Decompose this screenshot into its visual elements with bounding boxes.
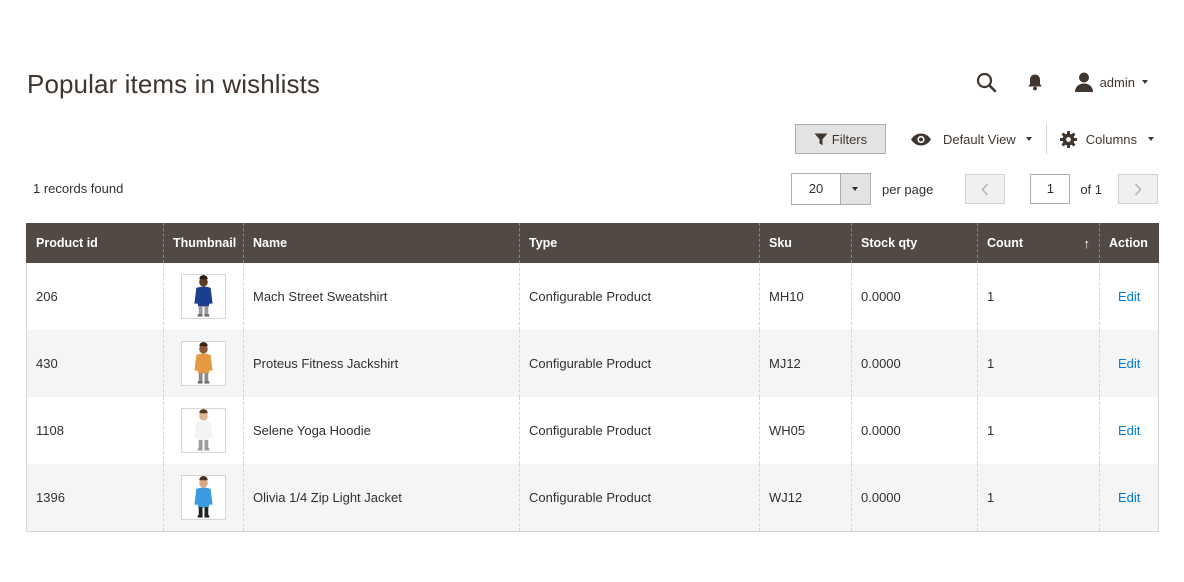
- page-number-input[interactable]: 1: [1030, 174, 1071, 204]
- table-row[interactable]: 1396 Olivia 1/4 Zip Light Jacket Configura…: [26, 464, 1159, 532]
- chevron-down-icon: [1142, 80, 1148, 84]
- column-header-sku[interactable]: Sku: [759, 223, 852, 263]
- cell-product-id: 206: [26, 263, 164, 330]
- table-row[interactable]: 1108 Selene Yoga Hoodie Configurable Produ…: [26, 397, 1159, 464]
- table-header-row: Product id Thumbnail Name Type Sku Stock…: [26, 223, 1159, 263]
- next-page-button[interactable]: [1118, 174, 1158, 204]
- cell-name: Selene Yoga Hoodie: [243, 397, 520, 464]
- records-count: 1 records found: [33, 181, 124, 196]
- filter-icon: [814, 133, 828, 145]
- cell-sku: WJ12: [759, 464, 852, 532]
- column-header-count[interactable]: Count ↑: [977, 223, 1100, 263]
- column-header-product-id[interactable]: Product id: [26, 223, 164, 263]
- cell-type: Configurable Product: [519, 464, 760, 532]
- cell-product-id: 1108: [26, 397, 164, 464]
- cell-count: 1: [977, 263, 1100, 330]
- table-row[interactable]: 430 Proteus Fitness Jackshirt Configurable…: [26, 330, 1159, 397]
- column-header-action: Action: [1099, 223, 1159, 263]
- column-header-type[interactable]: Type: [519, 223, 760, 263]
- cell-sku: MJ12: [759, 330, 852, 397]
- columns-dropdown[interactable]: Columns: [1059, 130, 1154, 148]
- chevron-right-icon: [1134, 182, 1142, 196]
- chevron-down-icon: [1148, 137, 1154, 141]
- cell-stock-qty: 0.0000: [851, 330, 978, 397]
- column-header-name[interactable]: Name: [243, 223, 520, 263]
- filters-button[interactable]: Filters: [794, 124, 886, 154]
- wishlist-items-table: Product id Thumbnail Name Type Sku Stock…: [26, 223, 1159, 532]
- cell-stock-qty: 0.0000: [851, 397, 978, 464]
- eye-icon: [910, 133, 931, 145]
- column-header-stock-qty[interactable]: Stock qty: [851, 223, 978, 263]
- cell-product-id: 1396: [26, 464, 164, 532]
- edit-link[interactable]: Edit: [1118, 423, 1140, 438]
- page-title: Popular items in wishlists: [27, 69, 321, 99]
- grid-toolbar: Filters Default View Columns: [794, 124, 1158, 154]
- cell-count: 1: [977, 464, 1100, 532]
- header-actions: admin: [973, 68, 1148, 96]
- default-view-label: Default View: [942, 131, 1016, 147]
- cell-thumbnail: [163, 263, 244, 330]
- cell-count: 1: [977, 397, 1100, 464]
- cell-action: Edit: [1099, 397, 1159, 464]
- product-thumbnail-image[interactable]: [181, 474, 226, 520]
- columns-label: Columns: [1085, 131, 1137, 147]
- product-thumbnail-image[interactable]: [181, 341, 226, 386]
- per-page-label: per page: [881, 181, 934, 197]
- pager: 20 per page 1 of 1: [790, 173, 1158, 205]
- sort-ascending-icon: ↑: [1083, 235, 1091, 251]
- cell-count: 1: [977, 330, 1100, 397]
- filters-label: Filters: [831, 131, 868, 147]
- column-header-thumbnail: Thumbnail: [163, 223, 244, 263]
- cell-stock-qty: 0.0000: [851, 464, 978, 532]
- edit-link[interactable]: Edit: [1118, 289, 1140, 304]
- cell-action: Edit: [1099, 464, 1159, 532]
- user-name: admin: [1099, 74, 1135, 90]
- table-row[interactable]: 206 Mach Street Sweatshirt Configurable Pr…: [26, 263, 1159, 330]
- search-icon[interactable]: [973, 68, 1001, 96]
- cell-action: Edit: [1099, 263, 1159, 330]
- chevron-left-icon: [981, 182, 989, 196]
- cell-name: Olivia 1/4 Zip Light Jacket: [243, 464, 520, 532]
- cell-action: Edit: [1099, 330, 1159, 397]
- cell-product-id: 430: [26, 330, 164, 397]
- user-icon: [1074, 72, 1093, 92]
- cell-name: Mach Street Sweatshirt: [243, 263, 520, 330]
- per-page-value: 20: [808, 181, 824, 196]
- cell-sku: MH10: [759, 263, 852, 330]
- chevron-down-icon: [1025, 137, 1032, 141]
- user-menu[interactable]: admin: [1073, 71, 1148, 93]
- page-total: of 1: [1080, 181, 1102, 197]
- per-page-toggle-button[interactable]: [839, 174, 870, 204]
- default-view-dropdown[interactable]: Default View: [910, 132, 1032, 147]
- product-thumbnail-image[interactable]: [181, 408, 226, 453]
- column-header-count-label: Count: [987, 235, 1024, 250]
- gear-icon: [1059, 130, 1077, 148]
- cell-thumbnail: [163, 397, 244, 464]
- cell-name: Proteus Fitness Jackshirt: [243, 330, 520, 397]
- edit-link[interactable]: Edit: [1118, 490, 1140, 505]
- cell-type: Configurable Product: [519, 263, 760, 330]
- per-page-select[interactable]: 20: [790, 173, 871, 205]
- cell-thumbnail: [163, 330, 244, 397]
- previous-page-button[interactable]: [965, 174, 1006, 204]
- cell-type: Configurable Product: [519, 330, 760, 397]
- cell-stock-qty: 0.0000: [851, 263, 978, 330]
- chevron-down-icon: [852, 187, 859, 191]
- cell-thumbnail: [163, 464, 244, 532]
- product-thumbnail-image[interactable]: [181, 274, 226, 319]
- toolbar-divider: [1045, 124, 1047, 154]
- cell-type: Configurable Product: [519, 397, 760, 464]
- bell-icon[interactable]: [1021, 68, 1049, 96]
- cell-sku: WH05: [759, 397, 852, 464]
- edit-link[interactable]: Edit: [1118, 356, 1140, 371]
